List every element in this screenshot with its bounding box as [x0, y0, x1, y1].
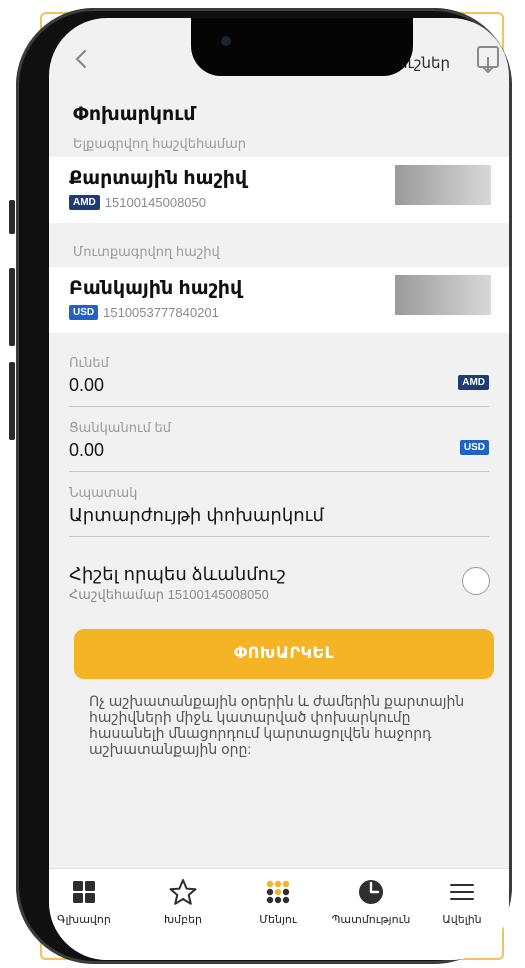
info-note: Ոչ աշխատանքային օրերին և ժամերին քարտայի… — [89, 693, 465, 757]
from-account-number: 15100145008050 — [104, 195, 207, 210]
tab-menu[interactable]: Մենյու — [233, 877, 323, 926]
to-account-details: USD 1510053777840201 — [69, 305, 219, 320]
tab-more[interactable]: Ավելին — [417, 877, 507, 926]
tab-history-label: Պատմություն — [331, 914, 411, 926]
have-amount-field[interactable]: Ունեմ 0.00 AMD — [69, 355, 489, 407]
card-image — [395, 275, 491, 315]
to-account-label: Մուտքագրվող հաշիվ — [73, 244, 220, 259]
phone-notch — [191, 18, 413, 76]
want-amount-input[interactable]: 0.00 — [69, 440, 104, 461]
grid-icon — [73, 881, 95, 903]
camera-icon — [221, 36, 231, 46]
document-download-icon[interactable] — [476, 45, 502, 75]
tab-groups-label: Խմբեր — [163, 914, 203, 926]
tab-groups[interactable]: Խմբեր — [138, 877, 228, 926]
want-amount-label: Ցանկանում եմ — [69, 420, 171, 435]
convert-button[interactable]: ՓՈԽԱՐԿԵԼ — [74, 629, 494, 679]
hamburger-icon — [450, 884, 474, 900]
from-account-label: Ելքագրվող հաշվեհամար — [73, 136, 247, 151]
phone-side-button — [9, 200, 15, 234]
currency-badge: AMD — [458, 375, 489, 390]
currency-badge: USD — [69, 305, 99, 320]
tab-history[interactable]: Պատմություն — [326, 877, 416, 926]
currency-badge: AMD — [69, 195, 100, 210]
card-image — [395, 165, 491, 205]
clock-icon — [359, 880, 383, 904]
chevron-left-icon[interactable] — [71, 48, 93, 70]
page-title: Փոխարկում — [73, 104, 196, 125]
tab-home[interactable]: Գլխավոր — [49, 877, 129, 926]
have-amount-input[interactable]: 0.00 — [69, 375, 104, 396]
purpose-input[interactable]: Արտարժույթի փոխարկում — [69, 505, 324, 526]
to-account-card[interactable]: Բանկային հաշիվ USD 1510053777840201 — [49, 267, 509, 333]
tab-more-label: Ավելին — [442, 914, 482, 926]
bottom-tab-bar: Գլխավոր Խմբեր Մենյու Պատմություն Ավելին — [49, 868, 509, 960]
save-template-title: Հիշել որպես ձևանմուշ — [69, 564, 286, 584]
purpose-field[interactable]: Նպատակ Արտարժույթի փոխարկում — [69, 485, 489, 537]
phone-frame: նմուշներ Փոխարկում Ելքագրվող հաշվեհամար … — [16, 8, 512, 964]
save-template-radio[interactable] — [462, 567, 490, 595]
from-account-card[interactable]: Քարտային հաշիվ AMD 15100145008050 — [49, 157, 509, 223]
to-account-number: 1510053777840201 — [103, 305, 219, 320]
phone-side-button — [9, 362, 15, 440]
tab-menu-label: Մենյու — [259, 914, 297, 926]
purpose-label: Նպատակ — [69, 485, 138, 500]
to-account-name: Բանկային հաշիվ — [69, 278, 243, 299]
tab-home-label: Գլխավոր — [57, 914, 111, 926]
currency-badge: USD — [459, 440, 489, 455]
star-icon — [169, 879, 197, 905]
app-screen: նմուշներ Փոխարկում Ելքագրվող հաշվեհամար … — [49, 18, 509, 960]
have-amount-label: Ունեմ — [69, 355, 109, 370]
from-account-name: Քարտային հաշիվ — [69, 168, 248, 189]
menu-dots-icon — [266, 880, 290, 904]
save-template-subtitle: Հաշվեհամար 15100145008050 — [69, 587, 269, 602]
from-account-details: AMD 15100145008050 — [69, 195, 206, 210]
want-amount-field[interactable]: Ցանկանում եմ 0.00 USD — [69, 420, 489, 472]
phone-side-button — [9, 268, 15, 346]
